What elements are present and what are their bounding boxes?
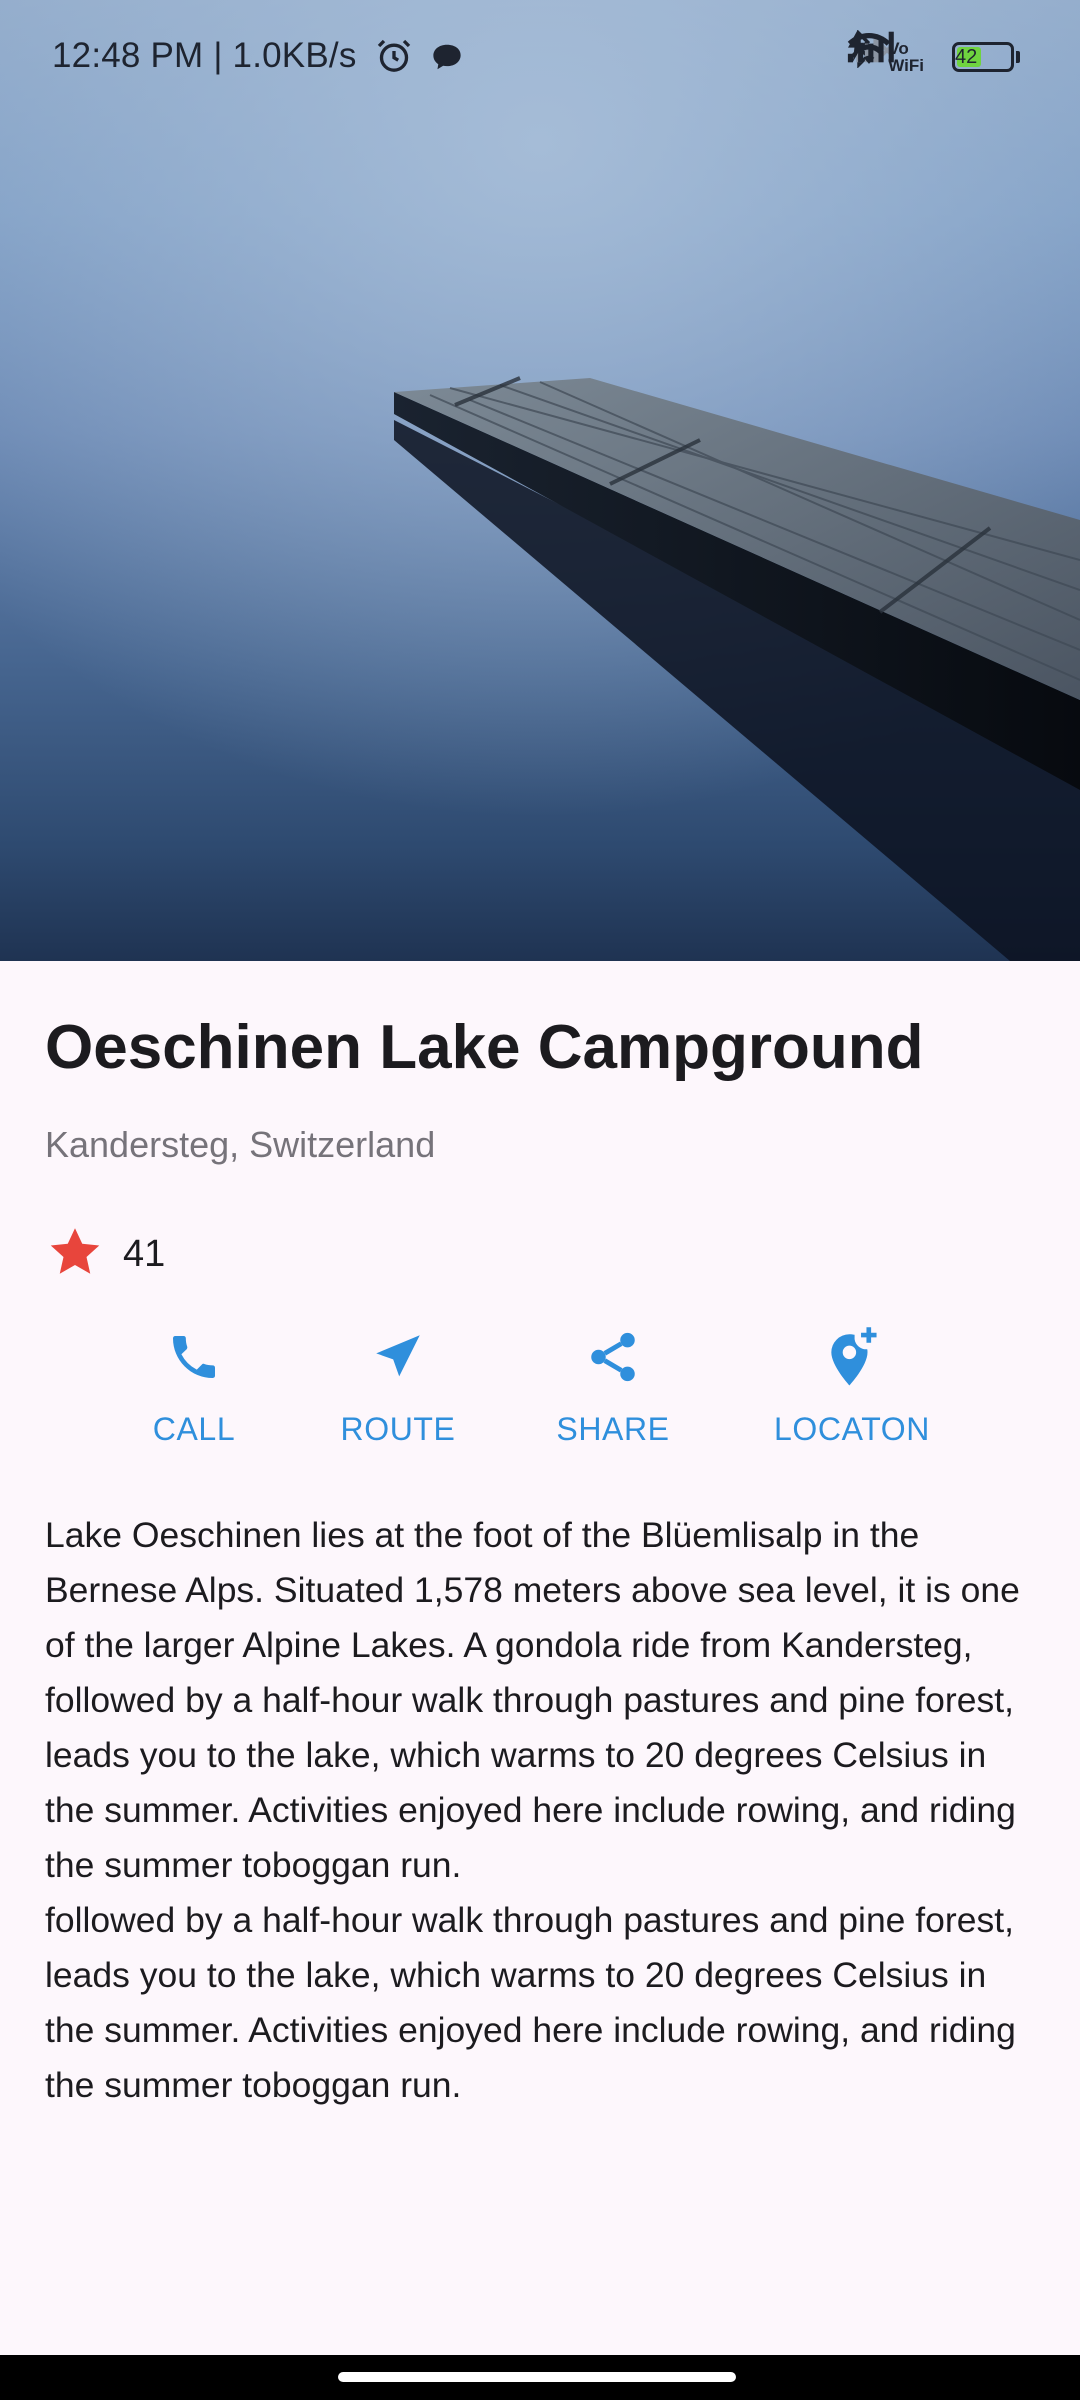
share-button[interactable]: SHARE xyxy=(556,1325,670,1448)
battery-level: 42 xyxy=(955,46,978,68)
call-label: CALL xyxy=(152,1411,236,1447)
add-location-icon xyxy=(820,1325,884,1389)
status-icons: Vo WiFi 42 xyxy=(846,30,1034,84)
status-bar: 12:48 PM | 1.0KB/s Vo WiFi 42 xyxy=(0,0,1080,115)
rating-count: 41 xyxy=(123,1233,166,1275)
star-icon xyxy=(45,1222,105,1287)
action-bar: CALL ROUTE SHARE LOCATON xyxy=(0,1325,1080,1475)
description-paragraph-2: followed by a half-hour walk through pas… xyxy=(45,1900,1016,2105)
location-label: LOCATON xyxy=(774,1411,930,1447)
route-button[interactable]: ROUTE xyxy=(340,1325,456,1448)
phone-icon xyxy=(162,1325,226,1389)
lake-dock-illustration xyxy=(0,0,1080,961)
share-label: SHARE xyxy=(556,1411,670,1447)
navigation-arrow-icon xyxy=(366,1325,430,1389)
rating: 41 xyxy=(45,1222,165,1287)
location-button[interactable]: LOCATON xyxy=(774,1325,930,1448)
home-indicator[interactable] xyxy=(338,2372,736,2382)
route-label: ROUTE xyxy=(340,1411,456,1447)
app-screen: 12:48 PM | 1.0KB/s Vo WiFi 42 Oeschinen … xyxy=(0,0,1080,2400)
share-icon xyxy=(581,1325,645,1389)
place-title: Oeschinen Lake Campground xyxy=(45,1013,924,1082)
battery-icon: 42 xyxy=(952,42,1020,72)
status-time-speed: 12:48 PM | 1.0KB/s xyxy=(52,36,357,75)
call-button[interactable]: CALL xyxy=(150,1325,238,1448)
place-location: Kandersteg, Switzerland xyxy=(45,1124,436,1165)
description-paragraph-1: Lake Oeschinen lies at the foot of the B… xyxy=(45,1515,1020,1885)
hero-image: 12:48 PM | 1.0KB/s Vo WiFi 42 xyxy=(0,0,1080,961)
description: Lake Oeschinen lies at the foot of the B… xyxy=(45,1508,1045,2113)
